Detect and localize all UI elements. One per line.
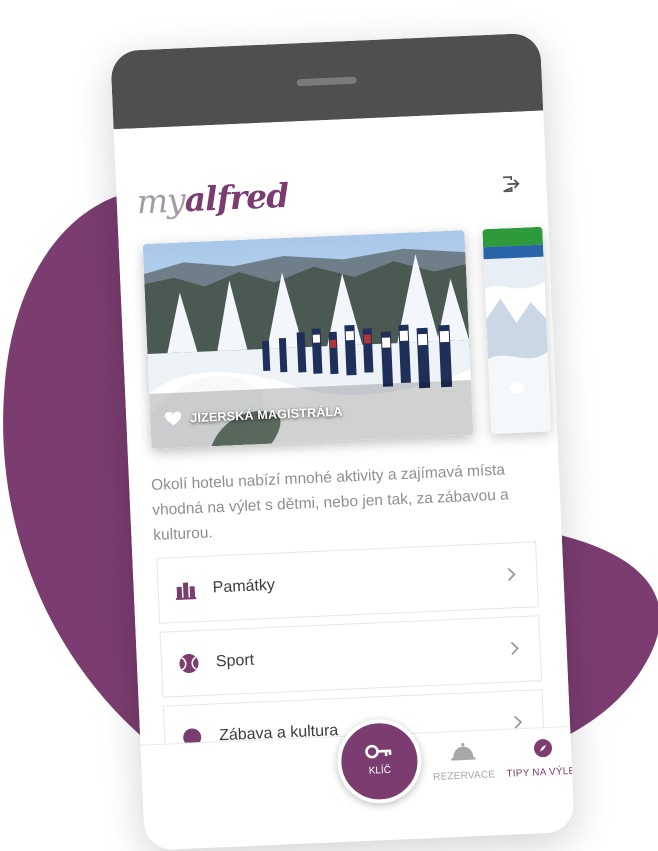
- logo-my: my: [135, 180, 186, 222]
- trip-card-jizerska[interactable]: JIZERSKÁ MAGISTRÁLA: [142, 230, 474, 449]
- tennis-ball-icon: [179, 654, 199, 674]
- trip-card-next-image: [482, 226, 552, 435]
- logo-alfred: alfred: [183, 175, 290, 220]
- menu-item-sport[interactable]: Sport: [159, 615, 543, 698]
- nav-tips[interactable]: TIPY NA VÝLET: [501, 736, 575, 780]
- service-bell-icon: [451, 743, 476, 761]
- monument-icon: [176, 582, 197, 601]
- logout-icon[interactable]: [500, 174, 521, 195]
- myalfred-logo: myalfred: [136, 176, 289, 222]
- phone-speaker: [296, 76, 357, 87]
- compass-icon: [534, 739, 553, 758]
- heart-icon[interactable]: [164, 410, 183, 429]
- trip-card-next[interactable]: [482, 226, 552, 435]
- trips-carousel[interactable]: JIZERSKÁ MAGISTRÁLA: [142, 226, 572, 449]
- bottom-navigation: KLÍČ REZERVACE TIPY NA VÝLET: [140, 717, 575, 826]
- nav-reservation-label: REZERVACE: [432, 769, 496, 783]
- phone-mockup: myalfred JIZERSKÁ MAGISTRÁLA Okolí hotel…: [110, 32, 575, 851]
- intro-text: Okolí hotelu nabízí mnohé aktivity a zaj…: [150, 461, 510, 544]
- key-icon: [365, 744, 392, 759]
- nav-tips-label: TIPY NA VÝLET: [506, 765, 575, 780]
- nav-key-label: KLÍČ: [368, 764, 392, 777]
- menu-item-label: Sport: [215, 651, 255, 671]
- menu-item-pamatky[interactable]: Památky: [156, 541, 539, 624]
- nav-reservation[interactable]: REZERVACE: [421, 740, 507, 784]
- menu-item-label: Památky: [212, 576, 276, 597]
- chevron-right-icon: [510, 641, 519, 656]
- app-screen: myalfred JIZERSKÁ MAGISTRÁLA Okolí hotel…: [113, 110, 575, 851]
- chevron-right-icon: [507, 567, 516, 582]
- app-header: myalfred: [136, 161, 528, 228]
